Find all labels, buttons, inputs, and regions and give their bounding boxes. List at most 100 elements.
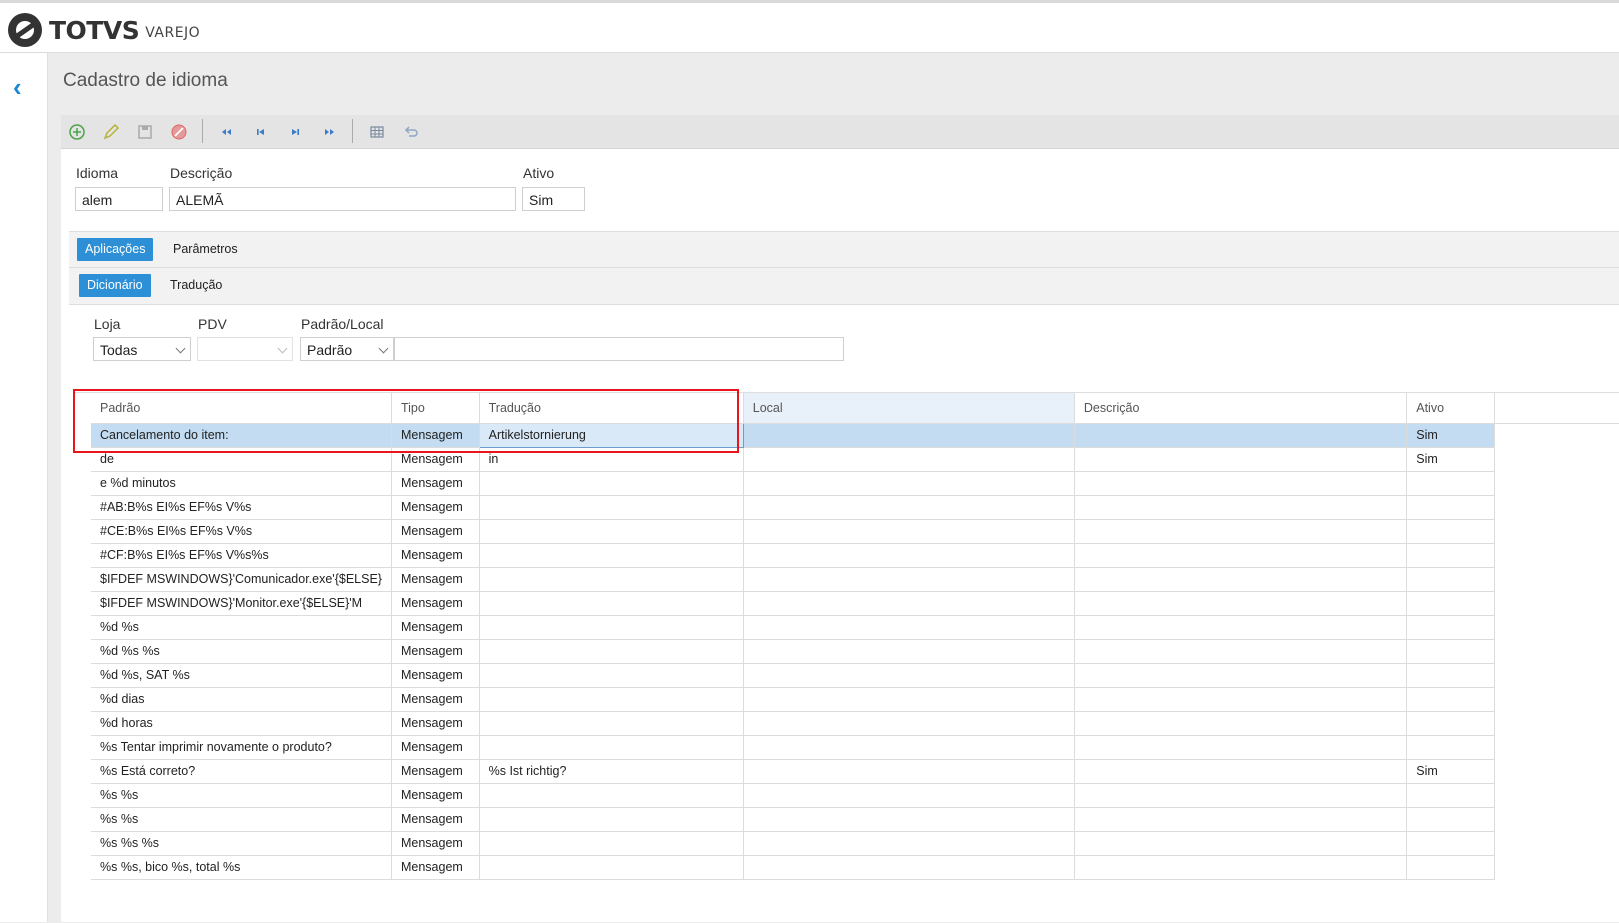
cell-ativo[interactable]: [1406, 495, 1496, 520]
cell-ativo[interactable]: [1406, 471, 1496, 496]
cell-descricao[interactable]: [1074, 831, 1408, 856]
previous-icon[interactable]: [251, 122, 271, 142]
cell-padrao[interactable]: %s %s %s: [91, 831, 392, 856]
cell-tipo[interactable]: Mensagem: [391, 831, 480, 856]
cell-ativo[interactable]: [1406, 855, 1496, 880]
cell-tipo[interactable]: Mensagem: [391, 639, 480, 664]
cell-ativo[interactable]: [1406, 591, 1496, 616]
cell-ativo[interactable]: Sim: [1406, 447, 1496, 472]
cell-tipo[interactable]: Mensagem: [391, 567, 480, 592]
cell-traducao[interactable]: [479, 687, 744, 712]
cell-ativo[interactable]: [1406, 567, 1496, 592]
cell-descricao[interactable]: [1074, 735, 1408, 760]
cell-traducao[interactable]: [479, 471, 744, 496]
cell-padrao[interactable]: %s Tentar imprimir novamente o produto?: [91, 735, 392, 760]
cell-descricao[interactable]: [1074, 543, 1408, 568]
cell-traducao[interactable]: [479, 711, 744, 736]
cell-traducao[interactable]: in: [479, 447, 744, 472]
table-row[interactable]: $IFDEF MSWINDOWS}'Monitor.exe'{$ELSE}'M M…: [91, 591, 1619, 616]
cell-local[interactable]: [743, 615, 1075, 640]
cell-traducao[interactable]: [479, 615, 744, 640]
cell-padrao[interactable]: %d %s: [91, 615, 392, 640]
cell-tipo[interactable]: Mensagem: [391, 591, 480, 616]
cell-local[interactable]: [743, 663, 1075, 688]
cell-tipo[interactable]: Mensagem: [391, 447, 480, 472]
cell-padrao[interactable]: %s %s: [91, 783, 392, 808]
cell-padrao[interactable]: %s Está correto?: [91, 759, 392, 784]
cell-local[interactable]: [743, 831, 1075, 856]
cell-descricao[interactable]: [1074, 519, 1408, 544]
cancel-icon[interactable]: [169, 122, 189, 142]
cell-tipo[interactable]: Mensagem: [391, 543, 480, 568]
table-row[interactable]: de Mensagem in Sim: [91, 447, 1619, 472]
cell-local[interactable]: [743, 639, 1075, 664]
cell-descricao[interactable]: [1074, 423, 1408, 448]
cell-descricao[interactable]: [1074, 663, 1408, 688]
cell-local[interactable]: [743, 735, 1075, 760]
table-row[interactable]: %s %s Mensagem: [91, 807, 1619, 832]
table-row[interactable]: %d %s Mensagem: [91, 615, 1619, 640]
save-icon[interactable]: [135, 122, 155, 142]
table-row[interactable]: %s Está correto? Mensagem %s Ist richtig? S…: [91, 759, 1619, 784]
cell-ativo[interactable]: [1406, 519, 1496, 544]
cell-descricao[interactable]: [1074, 591, 1408, 616]
cell-ativo[interactable]: Sim: [1406, 423, 1496, 448]
cell-descricao[interactable]: [1074, 615, 1408, 640]
cell-padrao[interactable]: %d %s, SAT %s: [91, 663, 392, 688]
padrao-local-input[interactable]: [394, 337, 844, 361]
cell-tipo[interactable]: Mensagem: [391, 687, 480, 712]
cell-ativo[interactable]: [1406, 807, 1496, 832]
cell-tipo[interactable]: Mensagem: [391, 519, 480, 544]
cell-descricao[interactable]: [1074, 759, 1408, 784]
table-row[interactable]: %s %s, bico %s, total %s Mensagem: [91, 855, 1619, 880]
cell-tipo[interactable]: Mensagem: [391, 735, 480, 760]
table-row[interactable]: %d %s %s Mensagem: [91, 639, 1619, 664]
cell-tipo[interactable]: Mensagem: [391, 807, 480, 832]
cell-traducao[interactable]: [479, 735, 744, 760]
column-header-descricao[interactable]: Descrição: [1074, 393, 1408, 424]
cell-local[interactable]: [743, 447, 1075, 472]
cell-traducao[interactable]: [479, 495, 744, 520]
cell-padrao[interactable]: %d horas: [91, 711, 392, 736]
table-row[interactable]: %s %s %s Mensagem: [91, 831, 1619, 856]
add-icon[interactable]: [67, 122, 87, 142]
table-row[interactable]: %d horas Mensagem: [91, 711, 1619, 736]
cell-traducao[interactable]: [479, 663, 744, 688]
cell-local[interactable]: [743, 687, 1075, 712]
cell-local[interactable]: [743, 495, 1075, 520]
cell-traducao[interactable]: %s Ist richtig?: [479, 759, 744, 784]
table-row[interactable]: #CE:B%s EI%s EF%s V%s Mensagem: [91, 519, 1619, 544]
table-row[interactable]: #AB:B%s EI%s EF%s V%s Mensagem: [91, 495, 1619, 520]
cell-local[interactable]: [743, 807, 1075, 832]
table-row[interactable]: e %d minutos Mensagem: [91, 471, 1619, 496]
tab-aplicacoes[interactable]: Aplicações: [77, 238, 154, 261]
cell-tipo[interactable]: Mensagem: [391, 615, 480, 640]
column-header-traducao[interactable]: Tradução: [479, 393, 744, 424]
cell-padrao[interactable]: #CF:B%s EI%s EF%s V%s%s: [91, 543, 392, 568]
cell-local[interactable]: [743, 567, 1075, 592]
cell-ativo[interactable]: [1406, 687, 1496, 712]
table-row[interactable]: $IFDEF MSWINDOWS}'Comunicador.exe'{$ELSE…: [91, 567, 1619, 592]
cell-local[interactable]: [743, 591, 1075, 616]
cell-ativo[interactable]: [1406, 663, 1496, 688]
table-row[interactable]: %s %s Mensagem: [91, 783, 1619, 808]
grid-icon[interactable]: [367, 122, 387, 142]
cell-tipo[interactable]: Mensagem: [391, 471, 480, 496]
cell-descricao[interactable]: [1074, 639, 1408, 664]
first-icon[interactable]: [217, 122, 237, 142]
tab-traducao[interactable]: Tradução: [162, 274, 230, 297]
column-header-local[interactable]: Local: [743, 393, 1075, 424]
cell-local[interactable]: [743, 471, 1075, 496]
padrao-local-select[interactable]: Padrão: [300, 337, 394, 361]
totvs-logo[interactable]: TOTVS VAREJO: [8, 13, 200, 47]
cell-ativo[interactable]: [1406, 615, 1496, 640]
cell-descricao[interactable]: [1074, 687, 1408, 712]
cell-ativo[interactable]: [1406, 711, 1496, 736]
cell-traducao[interactable]: [479, 855, 744, 880]
cell-padrao[interactable]: de: [91, 447, 392, 472]
table-row[interactable]: %s Tentar imprimir novamente o produto? M…: [91, 735, 1619, 760]
cell-local[interactable]: [743, 711, 1075, 736]
cell-padrao[interactable]: %d %s %s: [91, 639, 392, 664]
cell-tipo[interactable]: Mensagem: [391, 759, 480, 784]
cell-ativo[interactable]: [1406, 735, 1496, 760]
